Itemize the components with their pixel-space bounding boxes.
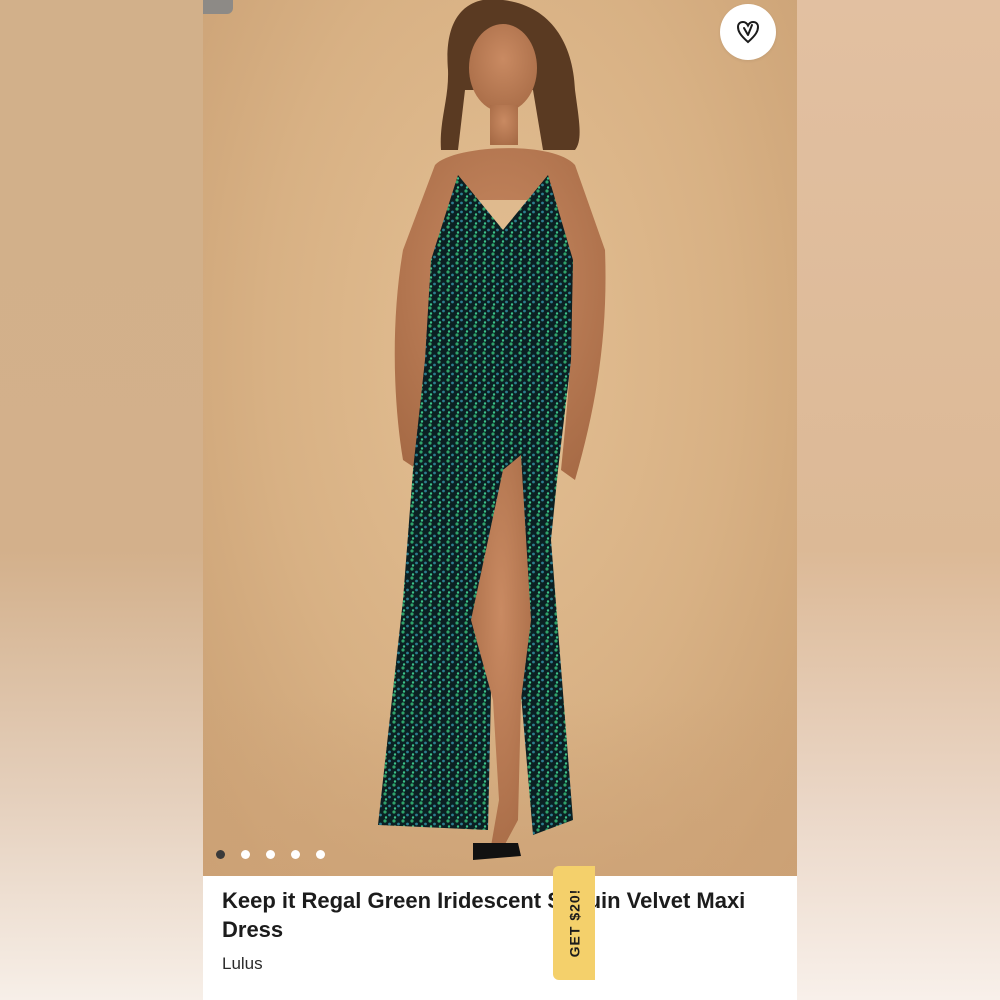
product-image[interactable] <box>203 0 797 876</box>
carousel-dot-3[interactable] <box>266 850 275 859</box>
promo-label: GET $20! <box>566 888 583 958</box>
heart-icon <box>736 20 760 44</box>
product-title[interactable]: Keep it Regal Green Iridescent Sequin Ve… <box>222 886 767 944</box>
product-card[interactable]: Keep it Regal Green Iridescent Sequin Ve… <box>203 0 797 1000</box>
model-photo <box>378 0 606 860</box>
carousel-dot-2[interactable] <box>241 850 250 859</box>
carousel-dot-4[interactable] <box>291 850 300 859</box>
promo-tab[interactable]: GET $20! <box>553 866 595 980</box>
carousel-dot-5[interactable] <box>316 850 325 859</box>
product-brand[interactable]: Lulus <box>222 954 263 974</box>
right-background <box>797 0 1000 1000</box>
carousel-dots <box>216 850 325 859</box>
corner-tab <box>203 0 233 14</box>
left-background <box>0 0 203 1000</box>
carousel-dot-1[interactable] <box>216 850 225 859</box>
product-info: Keep it Regal Green Iridescent Sequin Ve… <box>203 876 797 1000</box>
favorite-button[interactable] <box>720 4 776 60</box>
